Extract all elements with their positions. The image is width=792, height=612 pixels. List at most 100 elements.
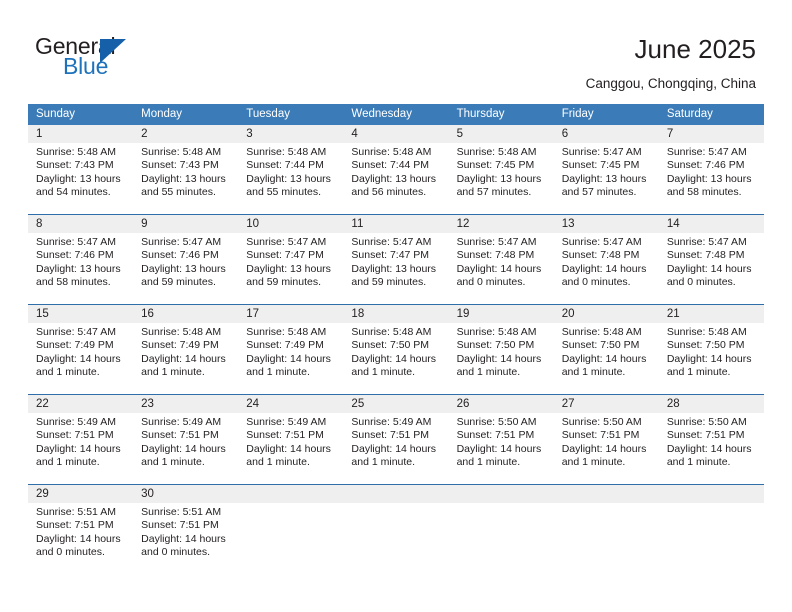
day-detail-line: and 1 minute. — [36, 366, 100, 379]
day-detail-line: Daylight: 14 hours — [141, 352, 226, 365]
day-detail-line: Daylight: 14 hours — [666, 442, 752, 455]
day-number[interactable]: 11 — [343, 215, 448, 233]
day-number[interactable]: 25 — [343, 395, 448, 413]
day-cell: Sunrise: 5:51 AM Sunset: 7:51 PM Daylight:… — [133, 503, 238, 574]
day-detail-line: Sunset: 7:45 PM — [456, 159, 535, 172]
day-detail-line: Daylight: 14 hours — [351, 442, 437, 455]
week-detail-row: Sunrise: 5:49 AM Sunset: 7:51 PM Daylight:… — [28, 413, 764, 484]
general-blue-logo[interactable]: General Blue — [35, 33, 165, 85]
day-number[interactable]: 14 — [659, 215, 764, 233]
day-detail-line: Daylight: 13 hours — [141, 172, 226, 185]
calendar-week-row: 22 23 24 25 26 27 28 Sunrise: 5:49 AM Sunset: 7:… — [28, 394, 764, 484]
day-detail-line: Sunset: 7:51 PM — [36, 429, 114, 442]
day-detail-line: Sunrise: 5:48 AM — [561, 326, 642, 338]
day-cell: Sunrise: 5:48 AM Sunset: 7:45 PM Daylight:… — [449, 143, 554, 214]
day-number[interactable]: 8 — [28, 215, 133, 233]
day-detail-line: and 1 minute. — [666, 456, 731, 469]
day-detail-line: Sunrise: 5:50 AM — [456, 416, 537, 428]
week-detail-row: Sunrise: 5:51 AM Sunset: 7:51 PM Daylight:… — [28, 503, 764, 574]
day-detail-line: and 57 minutes. — [456, 186, 532, 199]
week-daynumber-row: 22 23 24 25 26 27 28 — [28, 395, 764, 413]
day-detail-line: Sunset: 7:48 PM — [456, 249, 535, 262]
day-cell: Sunrise: 5:50 AM Sunset: 7:51 PM Daylight:… — [659, 413, 764, 484]
day-number[interactable]: 4 — [343, 125, 448, 143]
page-title: June 2025 — [634, 34, 756, 64]
day-number — [343, 485, 448, 503]
day-number[interactable]: 24 — [238, 395, 343, 413]
day-detail-line: and 58 minutes. — [36, 276, 111, 289]
day-number[interactable]: 3 — [238, 125, 343, 143]
day-number[interactable]: 15 — [28, 305, 133, 323]
day-detail-line: Daylight: 14 hours — [351, 352, 437, 365]
day-detail-line: and 0 minutes. — [141, 546, 211, 559]
day-cell: Sunrise: 5:47 AM Sunset: 7:45 PM Daylight:… — [554, 143, 659, 214]
day-number[interactable]: 23 — [133, 395, 238, 413]
day-detail-line: and 59 minutes. — [351, 276, 427, 289]
day-cell: Sunrise: 5:48 AM Sunset: 7:49 PM Daylight:… — [238, 323, 343, 394]
day-detail-line: Daylight: 13 hours — [246, 262, 331, 275]
day-detail-line: Sunset: 7:48 PM — [561, 249, 640, 262]
day-number[interactable]: 30 — [133, 485, 238, 503]
day-detail-line: Sunrise: 5:49 AM — [141, 416, 222, 428]
weekday-header-sunday: Sunday — [36, 108, 76, 120]
day-number[interactable]: 21 — [659, 305, 764, 323]
day-detail-line: and 1 minute. — [141, 456, 205, 469]
day-cell: Sunrise: 5:47 AM Sunset: 7:46 PM Daylight:… — [659, 143, 764, 214]
day-detail-line: Daylight: 13 hours — [456, 172, 542, 185]
day-detail-line: Sunrise: 5:48 AM — [666, 326, 747, 338]
day-detail-line: Sunset: 7:44 PM — [246, 159, 324, 172]
day-number[interactable]: 7 — [659, 125, 764, 143]
day-cell — [343, 503, 448, 574]
day-cell: Sunrise: 5:51 AM Sunset: 7:51 PM Daylight:… — [28, 503, 133, 574]
day-detail-line: Sunrise: 5:48 AM — [246, 326, 327, 338]
day-detail-line: Sunrise: 5:48 AM — [246, 146, 327, 158]
day-detail-line: and 1 minute. — [246, 456, 310, 469]
day-number[interactable]: 29 — [28, 485, 133, 503]
day-cell: Sunrise: 5:47 AM Sunset: 7:48 PM Daylight:… — [659, 233, 764, 304]
day-detail-line: Sunrise: 5:51 AM — [36, 506, 116, 518]
weekday-header-friday: Friday — [561, 108, 594, 120]
day-number[interactable]: 17 — [238, 305, 343, 323]
day-number[interactable]: 27 — [554, 395, 659, 413]
day-detail-line: Sunrise: 5:47 AM — [666, 146, 747, 158]
day-number[interactable]: 28 — [659, 395, 764, 413]
day-cell — [659, 503, 764, 574]
day-number[interactable]: 22 — [28, 395, 133, 413]
day-number[interactable]: 9 — [133, 215, 238, 233]
day-detail-line: Daylight: 13 hours — [36, 262, 121, 275]
day-detail-line: Sunrise: 5:48 AM — [456, 326, 537, 338]
day-detail-line: Daylight: 13 hours — [561, 172, 647, 185]
day-cell: Sunrise: 5:48 AM Sunset: 7:50 PM Daylight:… — [449, 323, 554, 394]
day-detail-line: Sunset: 7:46 PM — [666, 159, 745, 172]
day-detail-line: Daylight: 13 hours — [36, 172, 121, 185]
day-number[interactable]: 13 — [554, 215, 659, 233]
day-number[interactable]: 26 — [449, 395, 554, 413]
day-cell: Sunrise: 5:48 AM Sunset: 7:44 PM Daylight:… — [238, 143, 343, 214]
logo-text-blue: Blue — [63, 53, 109, 79]
day-number[interactable]: 19 — [449, 305, 554, 323]
day-detail-line: and 1 minute. — [456, 456, 521, 469]
day-number[interactable]: 5 — [449, 125, 554, 143]
day-detail-line: Daylight: 14 hours — [246, 442, 331, 455]
day-number[interactable]: 18 — [343, 305, 448, 323]
day-detail-line: and 1 minute. — [141, 366, 205, 379]
week-daynumber-row: 1234567 — [28, 125, 764, 143]
day-detail-line: Sunrise: 5:47 AM — [246, 236, 327, 248]
day-number[interactable]: 2 — [133, 125, 238, 143]
day-cell: Sunrise: 5:47 AM Sunset: 7:47 PM Daylight:… — [343, 233, 448, 304]
day-detail-line: and 1 minute. — [456, 366, 521, 379]
week-daynumber-row: 8 9 10 11 12 13 14 — [28, 215, 764, 233]
day-detail-line: Sunrise: 5:48 AM — [141, 146, 222, 158]
day-detail-line: Sunset: 7:51 PM — [36, 519, 114, 532]
day-number[interactable]: 20 — [554, 305, 659, 323]
day-detail-line: Sunrise: 5:50 AM — [666, 416, 747, 428]
day-number[interactable]: 16 — [133, 305, 238, 323]
day-detail-line: Sunset: 7:51 PM — [246, 429, 324, 442]
day-number — [449, 485, 554, 503]
day-number[interactable]: 12 — [449, 215, 554, 233]
day-number[interactable]: 1 — [28, 125, 133, 143]
day-detail-line: Sunset: 7:43 PM — [36, 159, 114, 172]
day-number[interactable]: 6 — [554, 125, 659, 143]
calendar-week-row: 29 30 Sunrise: 5:51 AM Sunset: 7:51 PM Dayli… — [28, 484, 764, 574]
day-number[interactable]: 10 — [238, 215, 343, 233]
